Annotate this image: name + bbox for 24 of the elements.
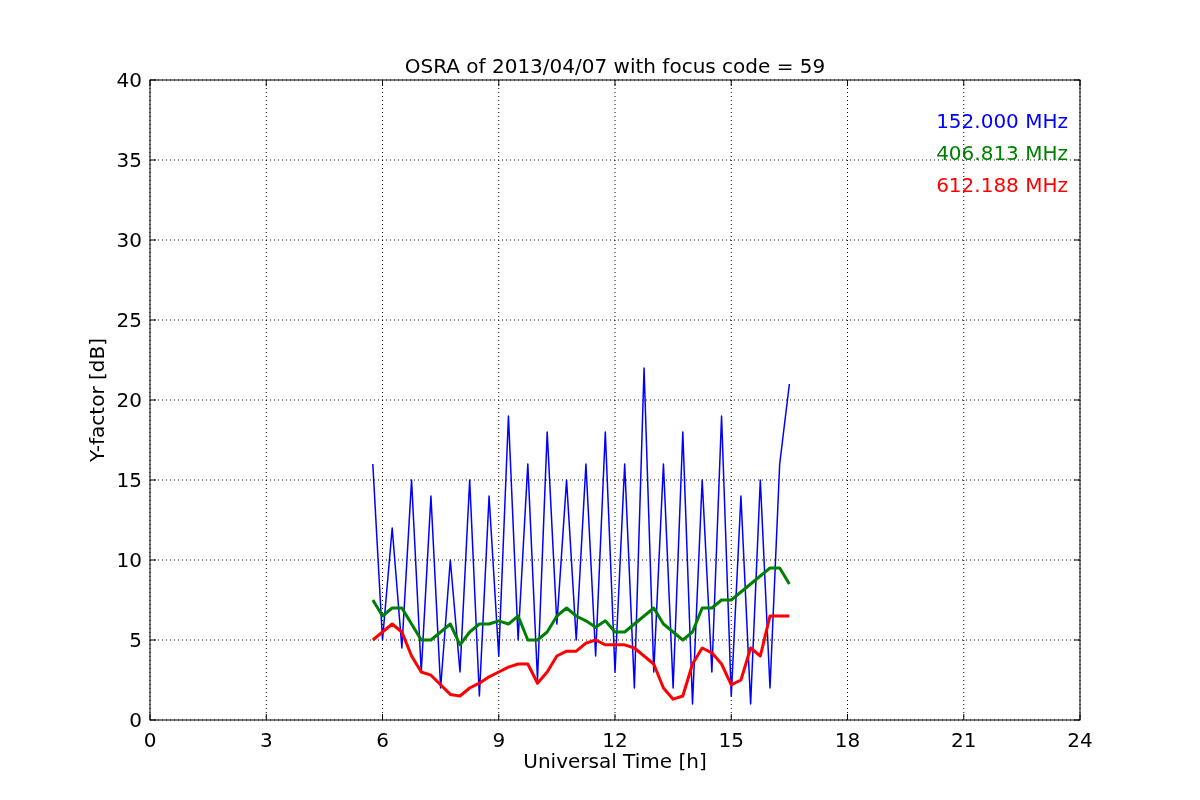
x-tick-label: 9 — [492, 728, 506, 752]
y-tick-label: 35 — [116, 148, 142, 172]
x-tick-label: 15 — [718, 728, 744, 752]
x-tick-label: 21 — [951, 728, 977, 752]
x-tick-label: 0 — [143, 728, 157, 752]
legend-label: 406.813 MHz — [936, 141, 1068, 165]
y-tick-label: 0 — [129, 708, 142, 732]
legend-label: 612.188 MHz — [936, 173, 1068, 197]
x-tick-label: 24 — [1067, 728, 1093, 752]
y-tick-label: 10 — [116, 548, 142, 572]
y-tick-label: 25 — [116, 308, 142, 332]
y-tick-label: 15 — [116, 468, 142, 492]
x-tick-label: 12 — [602, 728, 628, 752]
y-tick-label: 20 — [116, 388, 142, 412]
chart-title: OSRA of 2013/04/07 with focus code = 59 — [404, 54, 826, 78]
x-tick-label: 18 — [834, 728, 861, 752]
y-axis-label: Y-factor [dB] — [85, 338, 109, 462]
x-axis-label: Universal Time [h] — [523, 749, 707, 773]
legend-label: 152.000 MHz — [936, 109, 1068, 133]
y-tick-label: 30 — [116, 228, 142, 252]
x-tick-label: 3 — [259, 728, 273, 752]
x-tick-label: 6 — [376, 728, 389, 752]
y-tick-label: 5 — [129, 628, 142, 652]
y-tick-label: 40 — [116, 68, 142, 92]
